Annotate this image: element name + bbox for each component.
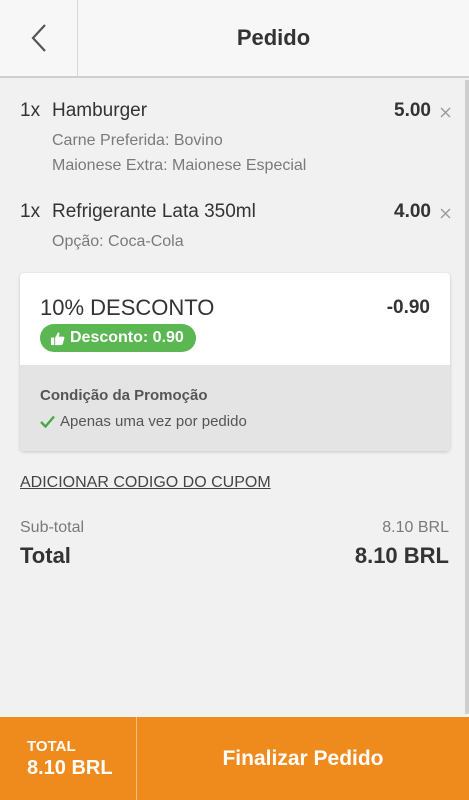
checkout-bar: TOTAL 8.10 BRL Finalizar Pedido <box>0 717 469 800</box>
subtotal-label: Sub-total <box>20 519 85 536</box>
promo-card: 10% DESCONTO -0.90 Desconto: 0.90 Condiç… <box>20 273 450 451</box>
back-button[interactable] <box>0 0 78 76</box>
condition-title: Condição da Promoção <box>40 387 208 404</box>
item-option: Maionese Extra: Maionese Especial <box>52 157 307 174</box>
footer-total-value: 8.10 BRL <box>27 757 113 779</box>
order-item: 1x Hamburger 5.00 Carne Preferida: Bovin… <box>20 100 450 178</box>
finalize-order-button[interactable]: Finalizar Pedido <box>137 717 469 800</box>
item-price: 5.00 <box>394 100 431 121</box>
chevron-left-icon <box>31 24 46 52</box>
page-title: Pedido <box>236 25 311 50</box>
footer-total: TOTAL 8.10 BRL <box>0 717 137 800</box>
thumbs-up-icon <box>50 331 65 345</box>
discount-badge-label: Desconto: 0.90 <box>70 329 184 346</box>
close-icon <box>440 208 450 218</box>
item-name: Hamburger <box>52 100 148 121</box>
item-price: 4.00 <box>394 201 431 222</box>
close-icon <box>440 107 450 117</box>
app-header: Pedido <box>0 0 469 78</box>
add-coupon-link[interactable]: ADICIONAR CODIGO DO CUPOM <box>20 474 271 492</box>
condition-text: Apenas uma vez por pedido <box>60 413 247 430</box>
promo-title: 10% DESCONTO <box>40 295 215 320</box>
total-label: Total <box>20 543 71 568</box>
discount-badge: Desconto: 0.90 <box>40 324 196 352</box>
remove-item-button[interactable] <box>435 100 455 124</box>
total-value: 8.10 BRL <box>354 543 449 568</box>
item-option: Opção: Coca-Cola <box>52 233 184 250</box>
footer-total-label: TOTAL <box>27 738 76 755</box>
item-quantity: 1x <box>20 100 41 121</box>
condition-item: Apenas uma vez por pedido <box>40 413 247 430</box>
order-item: 1x Refrigerante Lata 350ml 4.00 Opção: C… <box>20 201 450 254</box>
promo-condition: Condição da Promoção Apenas uma vez por … <box>20 365 450 451</box>
promo-amount: -0.90 <box>386 297 430 318</box>
item-quantity: 1x <box>20 201 41 222</box>
subtotal-value: 8.10 BRL <box>382 519 449 536</box>
item-name: Refrigerante Lata 350ml <box>52 201 256 222</box>
check-icon <box>40 415 55 428</box>
subtotal-row: Sub-total 8.10 BRL <box>20 519 449 541</box>
item-option: Carne Preferida: Bovino <box>52 132 223 149</box>
scrollbar[interactable] <box>465 80 469 714</box>
total-row: Total 8.10 BRL <box>20 543 449 571</box>
remove-item-button[interactable] <box>435 201 455 225</box>
